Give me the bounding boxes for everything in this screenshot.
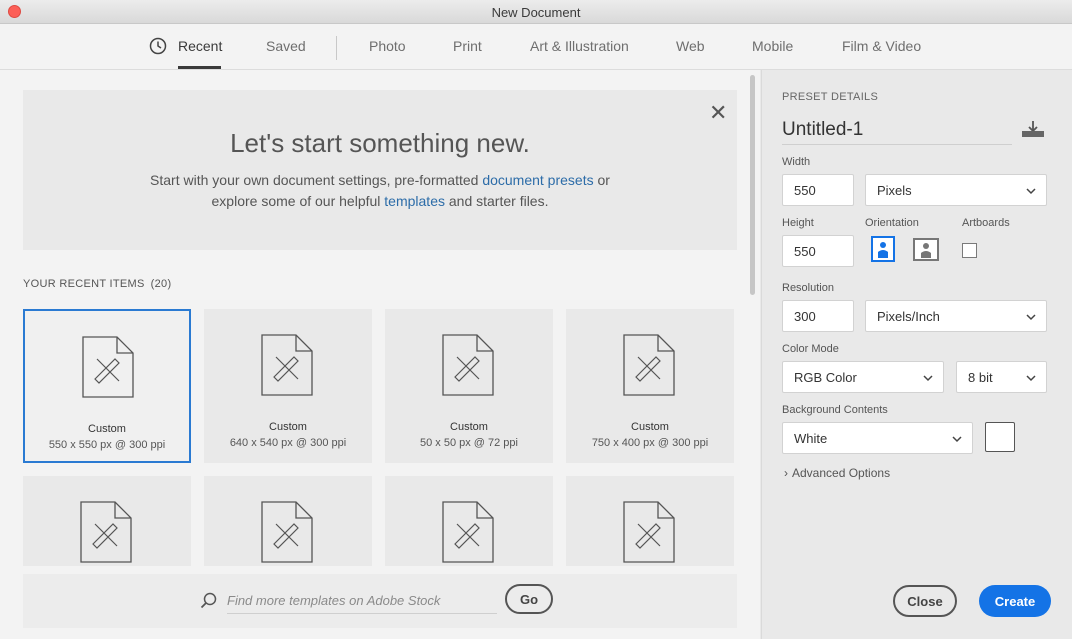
width-label: Width <box>782 156 811 168</box>
background-color-swatch[interactable] <box>985 422 1015 452</box>
card-meta: 50 x 50 px @ 72 ppi <box>419 437 518 449</box>
title-bar: New Document <box>0 0 1072 24</box>
document-icon <box>82 336 134 398</box>
save-preset-icon[interactable] <box>1021 120 1045 140</box>
presets-scrollbar[interactable] <box>750 75 755 295</box>
document-presets-link[interactable]: document presets <box>482 172 593 188</box>
resolution-label: Resolution <box>782 282 834 294</box>
active-tab-indicator <box>178 66 221 69</box>
description-text: or <box>593 172 610 188</box>
card-meta: 640 x 540 px @ 300 ppi <box>229 437 347 449</box>
chevron-down-icon <box>1026 188 1036 195</box>
tab-mobile[interactable]: Mobile <box>752 38 793 54</box>
color-mode-label: Color Mode <box>782 343 839 355</box>
tab-print[interactable]: Print <box>453 38 482 54</box>
document-icon <box>623 334 675 396</box>
welcome-banner: ✕ Let's start something new. Start with … <box>23 90 737 250</box>
card-name: Custom <box>631 421 669 433</box>
document-icon <box>261 334 313 396</box>
preset-details-panel: PRESET DETAILS Width 550 Pixels Height O… <box>761 70 1072 639</box>
preset-details-heading: PRESET DETAILS <box>782 91 879 103</box>
landscape-orientation-icon[interactable] <box>913 236 939 262</box>
artboards-checkbox[interactable] <box>962 243 977 258</box>
color-mode-select[interactable]: RGB Color <box>782 361 944 393</box>
chevron-down-icon <box>1026 375 1036 382</box>
height-field[interactable]: 550 <box>782 235 854 267</box>
welcome-title: Let's start something new. <box>230 128 530 158</box>
stock-search-input[interactable] <box>227 588 497 614</box>
chevron-down-icon <box>923 375 933 382</box>
bit-depth-select[interactable]: 8 bit <box>956 361 1047 393</box>
recent-item-card[interactable] <box>23 476 191 566</box>
recent-item-card[interactable]: Custom 550 x 550 px @ 300 ppi <box>23 309 191 463</box>
tab-web[interactable]: Web <box>676 38 705 54</box>
advanced-options-label: Advanced Options <box>792 466 891 480</box>
recent-item-card[interactable] <box>566 476 734 566</box>
recent-items-label: YOUR RECENT ITEMS <box>23 278 145 290</box>
stock-search-bar: Go <box>23 574 737 628</box>
width-field[interactable]: 550 <box>782 174 854 206</box>
bit-depth-value: 8 bit <box>968 370 993 385</box>
document-icon <box>442 501 494 563</box>
go-button[interactable]: Go <box>505 584 553 614</box>
description-text: explore some of our helpful <box>211 193 385 209</box>
description-text: and starter files. <box>444 193 549 209</box>
card-name: Custom <box>450 421 488 433</box>
chevron-right-icon: › <box>784 466 788 480</box>
recent-item-card[interactable] <box>385 476 553 566</box>
recent-item-card[interactable]: Custom 750 x 400 px @ 300 ppi <box>566 309 734 463</box>
resolution-unit-select[interactable]: Pixels/Inch <box>865 300 1047 332</box>
presets-pane: ✕ Let's start something new. Start with … <box>0 70 760 639</box>
tab-film-video[interactable]: Film & Video <box>842 38 921 54</box>
resolution-field[interactable]: 300 <box>782 300 854 332</box>
document-icon <box>442 334 494 396</box>
recent-items-count: (20) <box>150 278 172 290</box>
category-tabs: Recent Saved Photo Print Art & Illustrat… <box>0 24 1072 70</box>
description-text: Start with your own document settings, p… <box>150 172 483 188</box>
document-icon <box>623 501 675 563</box>
document-name-field[interactable] <box>782 115 1012 145</box>
tab-saved[interactable]: Saved <box>266 38 306 54</box>
resolution-unit-value: Pixels/Inch <box>877 309 940 324</box>
background-contents-select[interactable]: White <box>782 422 973 454</box>
tab-photo[interactable]: Photo <box>369 38 406 54</box>
window-title: New Document <box>491 5 581 20</box>
card-name: Custom <box>88 423 126 435</box>
background-contents-value: White <box>794 431 828 446</box>
welcome-description: Start with your own document settings, p… <box>23 170 737 212</box>
tab-recent[interactable]: Recent <box>178 38 222 54</box>
tab-art-illustration[interactable]: Art & Illustration <box>530 38 629 54</box>
recent-items-heading: YOUR RECENT ITEMS (20) <box>23 278 171 290</box>
document-icon <box>80 501 132 563</box>
recent-item-card[interactable]: Custom 50 x 50 px @ 72 ppi <box>385 309 553 463</box>
create-button[interactable]: Create <box>979 585 1051 617</box>
card-meta: 750 x 400 px @ 300 ppi <box>591 437 709 449</box>
close-button[interactable]: Close <box>893 585 957 617</box>
recent-item-card[interactable] <box>204 476 372 566</box>
chevron-down-icon <box>952 436 962 443</box>
width-unit-select[interactable]: Pixels <box>865 174 1047 206</box>
card-meta: 550 x 550 px @ 300 ppi <box>48 439 166 451</box>
templates-link[interactable]: templates <box>384 193 445 209</box>
color-mode-value: RGB Color <box>794 370 857 385</box>
artboards-label: Artboards <box>962 217 1010 229</box>
chevron-down-icon <box>1026 314 1036 321</box>
advanced-options-toggle[interactable]: › Advanced Options <box>784 466 890 480</box>
width-unit-value: Pixels <box>877 183 912 198</box>
tab-divider <box>336 36 337 60</box>
clock-icon <box>149 37 167 55</box>
height-label: Height <box>782 217 814 229</box>
search-icon <box>200 592 217 609</box>
close-banner-icon[interactable]: ✕ <box>709 100 727 126</box>
background-contents-label: Background Contents <box>782 404 888 416</box>
document-icon <box>261 501 313 563</box>
orientation-label: Orientation <box>865 217 919 229</box>
recent-item-card[interactable]: Custom 640 x 540 px @ 300 ppi <box>204 309 372 463</box>
card-name: Custom <box>269 421 307 433</box>
portrait-orientation-icon[interactable] <box>870 236 896 262</box>
